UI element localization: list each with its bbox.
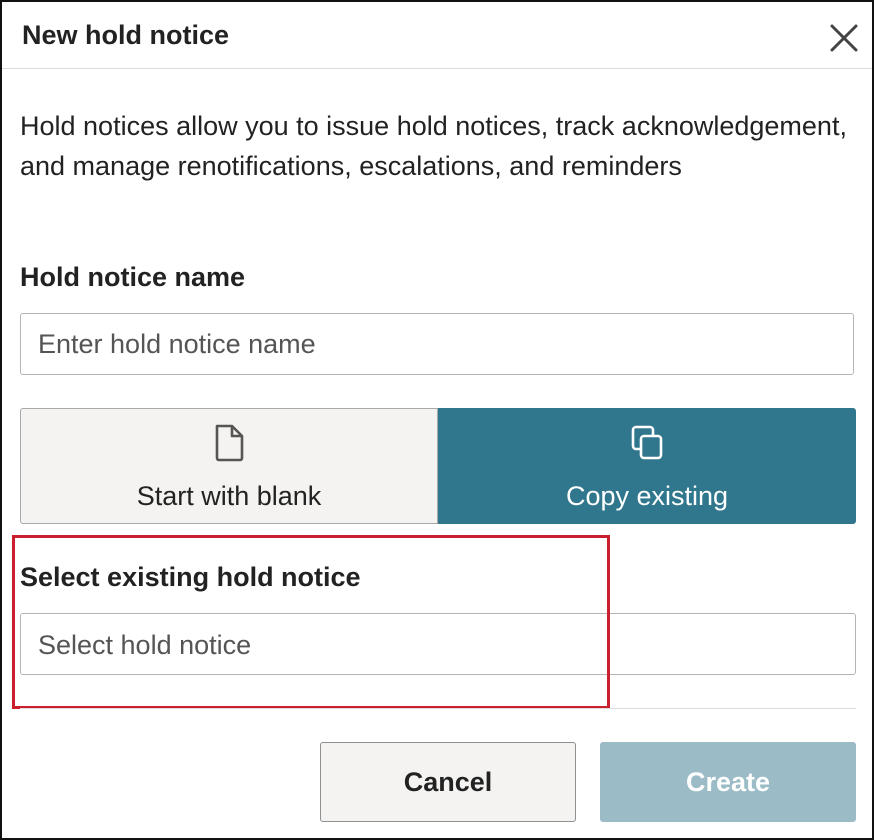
dialog-header: New hold notice xyxy=(2,2,872,69)
create-button[interactable]: Create xyxy=(600,742,856,822)
close-icon xyxy=(830,24,858,52)
start-with-blank-label: Start with blank xyxy=(136,481,322,511)
new-hold-notice-dialog: New hold notice Hold notices allow you t… xyxy=(0,0,874,840)
copy-icon xyxy=(629,423,665,463)
close-button[interactable] xyxy=(828,22,860,54)
select-hold-notice-dropdown[interactable]: Select hold notice xyxy=(20,613,856,675)
document-icon xyxy=(211,423,247,463)
copy-existing-option[interactable]: Copy existing xyxy=(438,408,856,524)
select-existing-label: Select existing hold notice xyxy=(20,562,361,592)
dialog-title: New hold notice xyxy=(22,20,230,50)
cancel-button[interactable]: Cancel xyxy=(320,742,576,822)
hold-notice-name-input[interactable] xyxy=(20,313,854,375)
footer-divider xyxy=(20,708,856,709)
hold-notice-name-label: Hold notice name xyxy=(20,262,246,292)
select-hold-notice-placeholder: Select hold notice xyxy=(38,630,252,660)
dialog-description: Hold notices allow you to issue hold not… xyxy=(20,111,847,181)
copy-existing-label: Copy existing xyxy=(565,481,729,511)
start-with-blank-option[interactable]: Start with blank xyxy=(20,408,438,524)
